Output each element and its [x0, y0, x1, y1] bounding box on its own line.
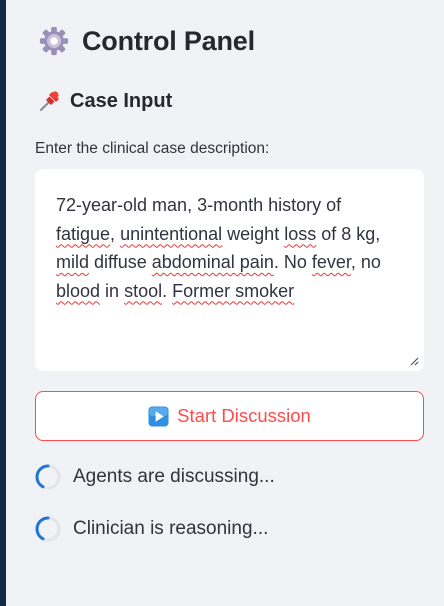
resize-handle-icon[interactable] — [409, 356, 419, 366]
misspelled-word: abdominal pain — [151, 252, 274, 272]
status-clinician-reasoning: Clinician is reasoning... — [35, 513, 268, 545]
misspelled-word: Former smoker — [172, 280, 295, 301]
misspelled-word: stool — [124, 280, 163, 301]
text-segment: of 8 kg, — [316, 223, 381, 244]
misspelled-word: unintentional — [120, 223, 223, 244]
text-segment: diffuse — [89, 252, 152, 272]
misspelled-word: loss — [284, 223, 317, 244]
play-button-icon — [148, 405, 169, 427]
gear-icon — [39, 26, 69, 56]
status-label: Clinician is reasoning... — [73, 518, 269, 539]
section-header: Case Input — [38, 86, 172, 116]
start-discussion-button[interactable]: Start Discussion — [35, 391, 424, 441]
text-segment: weight — [222, 223, 285, 244]
misspelled-word: blood — [56, 280, 101, 301]
spinner-icon — [35, 516, 61, 542]
text-segment: 72-year-old man, 3-month history of — [56, 195, 342, 215]
text-segment: . No — [273, 252, 312, 272]
textarea-label: Enter the clinical case description: — [35, 140, 270, 157]
text-segment: in — [100, 280, 125, 301]
case-description-textarea[interactable]: 72-year-old man, 3-month history of fati… — [35, 169, 424, 371]
control-panel: Control Panel Case Input Enter the clini… — [6, 0, 444, 606]
status-agents-discussing: Agents are discussing... — [35, 461, 275, 493]
status-label: Agents are discussing... — [73, 466, 275, 487]
case-description-text: 72-year-old man, 3-month history of fati… — [56, 195, 381, 301]
start-discussion-label: Start Discussion — [177, 405, 311, 426]
misspelled-word: fever — [311, 252, 351, 272]
page-title: Control Panel — [82, 25, 255, 56]
panel-header: Control Panel — [39, 22, 255, 60]
section-heading: Case Input — [70, 89, 173, 112]
text-segment: . — [162, 280, 173, 301]
text-segment: , — [110, 223, 121, 244]
pushpin-icon — [39, 91, 59, 112]
misspelled-word: mild — [56, 252, 90, 272]
spinner-icon — [35, 464, 61, 490]
misspelled-word: fatigue — [56, 223, 111, 244]
text-segment: , no — [350, 252, 381, 272]
